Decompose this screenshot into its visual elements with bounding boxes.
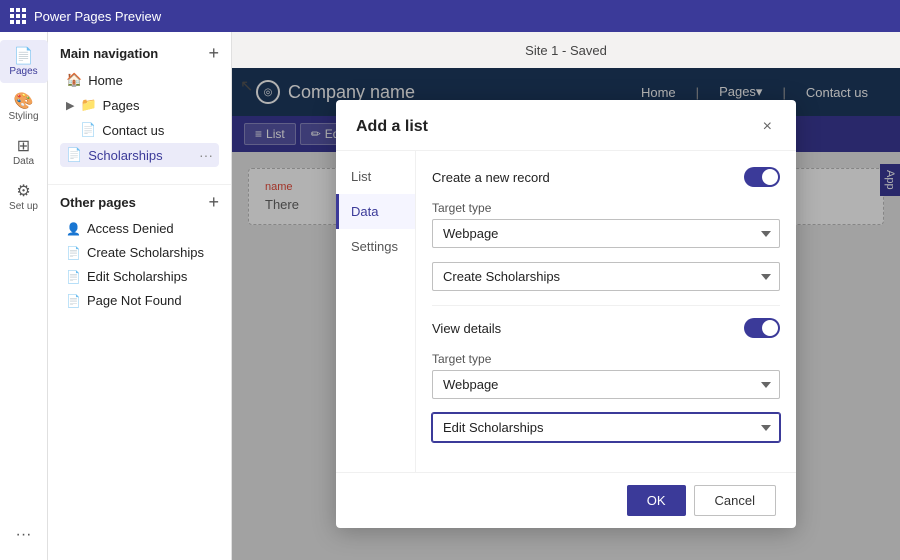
sidebar-icons: 📄 Pages 🎨 Styling ⊞ Data ⚙ Set up ··· (0, 32, 48, 560)
edit-scholarships-row: Edit Scholarships Home Create Scholarshi… (432, 413, 780, 442)
page-icon: 📄 (80, 122, 96, 138)
cancel-button[interactable]: Cancel (694, 485, 776, 516)
saved-status-bar: Site 1 - Saved (232, 32, 900, 68)
sidebar-item-pages[interactable]: 📄 Pages (0, 40, 48, 83)
tab-data[interactable]: Data (336, 194, 415, 229)
dialog-footer: OK Cancel (336, 472, 796, 528)
canvas-area: ↖ ◎ Company name Home | Pages▾ | Con (232, 68, 900, 560)
main-content: Site 1 - Saved ↖ ◎ Company name Home (232, 32, 900, 560)
nav-item-pages-label: Pages (103, 98, 140, 113)
tab-settings[interactable]: Settings (336, 229, 415, 264)
sidebar-item-data[interactable]: ⊞ Data (0, 130, 48, 173)
data-label: Data (13, 156, 34, 167)
nav-item-contact[interactable]: 📄 Contact us (60, 118, 219, 142)
add-other-page-button[interactable]: + (208, 193, 219, 211)
sidebar-item-styling[interactable]: 🎨 Styling (0, 85, 48, 128)
view-details-toggle[interactable] (744, 318, 780, 338)
target-type-1-select[interactable]: Webpage URL (432, 219, 780, 248)
dialog-content: Create a new record Target type Webpage … (416, 151, 796, 472)
user-page-icon: 👤 (66, 222, 81, 236)
chevron-right-icon: ▶ (66, 99, 74, 112)
data-icon: ⊞ (17, 136, 30, 156)
dialog-header: Add a list × (336, 100, 796, 151)
other-item-access-denied-label: Access Denied (87, 221, 174, 236)
other-item-edit-scholarships[interactable]: 📄 Edit Scholarships (60, 265, 219, 288)
other-pages-section: Other pages + 👤 Access Denied 📄 Create S… (48, 184, 231, 325)
nav-item-contact-label: Contact us (102, 123, 164, 138)
tab-list[interactable]: List (336, 159, 415, 194)
other-item-create-scholarships[interactable]: 📄 Create Scholarships (60, 241, 219, 264)
create-new-record-toggle[interactable] (744, 167, 780, 187)
sidebar-item-setup[interactable]: ⚙ Set up (0, 175, 48, 218)
more-options-button[interactable]: ··· (8, 518, 40, 552)
other-item-edit-label: Edit Scholarships (87, 269, 187, 284)
nav-item-more-icon[interactable]: ··· (199, 147, 213, 163)
dialog-overlay: Add a list × List Data Settings (232, 68, 900, 560)
dialog-body: List Data Settings Create a new record (336, 151, 796, 472)
other-item-access-denied[interactable]: 👤 Access Denied (60, 217, 219, 240)
page-notfound-icon: 📄 (66, 294, 81, 308)
add-list-dialog: Add a list × List Data Settings (336, 100, 796, 528)
page-edit-icon: 📄 (66, 270, 81, 284)
create-new-record-label: Create a new record (432, 170, 550, 185)
edit-scholarships-select[interactable]: Edit Scholarships Home Create Scholarshi… (432, 413, 780, 442)
home-icon: 🏠 (66, 72, 82, 88)
target-type-2-label: Target type (432, 352, 780, 366)
folder-icon: 📁 (80, 97, 96, 113)
target-type-1-label: Target type (432, 201, 780, 215)
target-type-2-select[interactable]: Webpage URL (432, 370, 780, 399)
styling-icon: 🎨 (14, 91, 34, 111)
dialog-title: Add a list (356, 118, 428, 136)
scholarships-page-icon: 📄 (66, 147, 82, 163)
main-nav-title: Main navigation (60, 46, 158, 61)
nav-item-pages[interactable]: ▶ 📁 Pages (60, 93, 219, 117)
app-title: Power Pages Preview (34, 9, 161, 24)
section-divider (432, 305, 780, 306)
preview-container: ↖ ◎ Company name Home | Pages▾ | Con (232, 68, 900, 560)
target-type-1-row: Target type Webpage URL (432, 201, 780, 248)
apps-icon[interactable] (10, 8, 26, 24)
top-bar: Power Pages Preview (0, 0, 900, 32)
create-new-record-row: Create a new record (432, 167, 780, 187)
create-scholarships-row: Create Scholarships Home Edit Scholarshi… (432, 262, 780, 291)
view-details-label: View details (432, 321, 501, 336)
nav-item-scholarships-label: Scholarships (88, 148, 162, 163)
saved-status-text: Site 1 - Saved (525, 43, 607, 58)
sidebar-nav: Main navigation + 🏠 Home ▶ 📁 Pages 📄 Con… (48, 32, 232, 560)
pages-icon: 📄 (14, 46, 34, 66)
add-nav-item-button[interactable]: + (208, 44, 219, 62)
dialog-tabs: List Data Settings (336, 151, 416, 472)
other-pages-title: Other pages (60, 195, 136, 210)
view-details-row: View details (432, 318, 780, 338)
main-nav-header: Main navigation + (60, 44, 219, 62)
nav-item-home[interactable]: 🏠 Home (60, 68, 219, 92)
create-scholarships-select[interactable]: Create Scholarships Home Edit Scholarshi… (432, 262, 780, 291)
setup-icon: ⚙ (16, 181, 30, 201)
other-item-create-label: Create Scholarships (87, 245, 204, 260)
styling-label: Styling (8, 111, 38, 122)
page-create-icon: 📄 (66, 246, 81, 260)
other-item-page-not-found[interactable]: 📄 Page Not Found (60, 289, 219, 312)
target-type-2-row: Target type Webpage URL (432, 352, 780, 399)
other-item-notfound-label: Page Not Found (87, 293, 182, 308)
pages-label: Pages (9, 66, 37, 77)
nav-item-scholarships[interactable]: 📄 Scholarships ··· (60, 143, 219, 167)
nav-item-home-label: Home (88, 73, 123, 88)
setup-label: Set up (9, 201, 38, 212)
dialog-close-button[interactable]: × (759, 116, 776, 138)
ok-button[interactable]: OK (627, 485, 686, 516)
